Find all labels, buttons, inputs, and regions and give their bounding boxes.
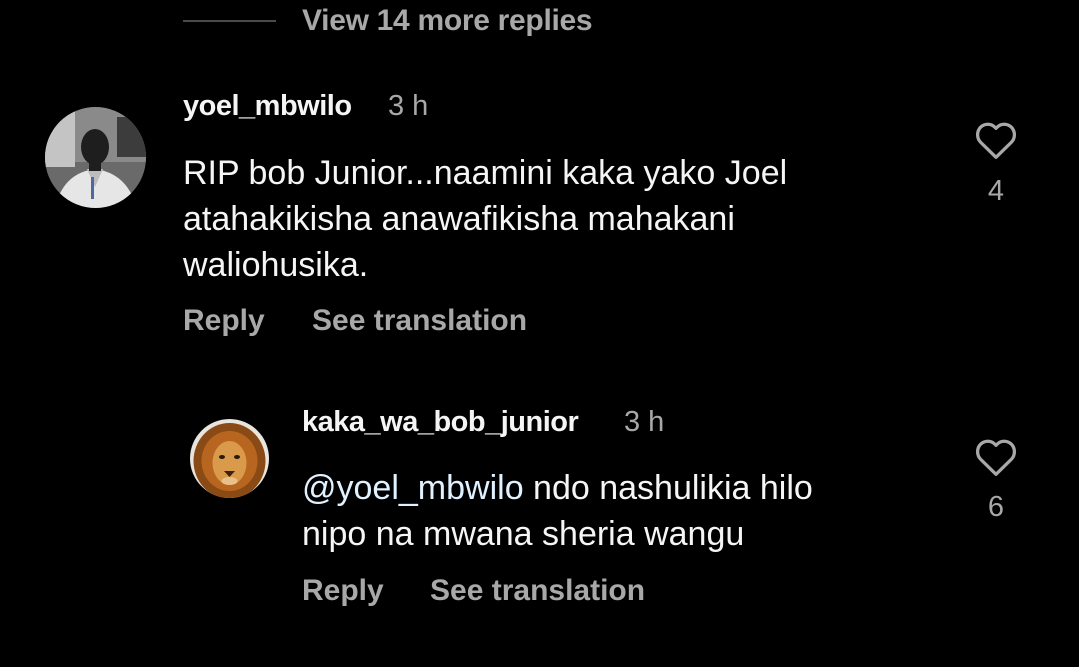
lion-avatar-icon	[190, 419, 269, 498]
avatar-kaka-wa-bob-junior[interactable]	[190, 419, 269, 498]
comment-text-line: atahakikisha anawafikisha mahakani	[183, 200, 735, 238]
comment-text-fragment: ndo nashulikia hilo	[523, 469, 813, 507]
reply-button[interactable]: Reply	[183, 304, 265, 338]
comment-body: @yoel_mbwilo ndo nashulikia hilo nipo na…	[302, 465, 942, 557]
heart-outline-icon	[975, 122, 1017, 159]
heart-outline-icon	[975, 439, 1017, 476]
comment-text-line: @yoel_mbwilo ndo nashulikia hilo	[302, 465, 942, 511]
see-translation-button[interactable]: See translation	[312, 304, 527, 338]
view-more-replies-link[interactable]: View 14 more replies	[302, 4, 593, 38]
user-photo-avatar-icon	[45, 107, 146, 208]
comment-text-line: RIP bob Junior...naamini kaka yako Joel	[183, 154, 788, 192]
comment-text-line: nipo na mwana sheria wangu	[302, 515, 745, 553]
view-replies-divider	[183, 20, 276, 22]
like-count: 6	[987, 491, 1005, 523]
like-button[interactable]	[974, 120, 1018, 160]
comment-timestamp: 3 h	[388, 90, 429, 122]
comment-text-line: waliohusika.	[183, 246, 369, 284]
user-mention-link[interactable]: @yoel_mbwilo	[302, 469, 524, 507]
like-button[interactable]	[974, 437, 1018, 477]
reply-button[interactable]: Reply	[302, 574, 384, 608]
comment-username[interactable]: yoel_mbwilo	[183, 90, 352, 123]
comment-timestamp: 3 h	[624, 406, 665, 438]
like-count: 4	[987, 175, 1005, 207]
comment-username[interactable]: kaka_wa_bob_junior	[302, 406, 579, 439]
see-translation-button[interactable]: See translation	[430, 574, 645, 608]
comment-body: RIP bob Junior...naamini kaka yako Joel …	[183, 150, 943, 288]
avatar-yoel-mbwilo[interactable]	[45, 107, 146, 208]
